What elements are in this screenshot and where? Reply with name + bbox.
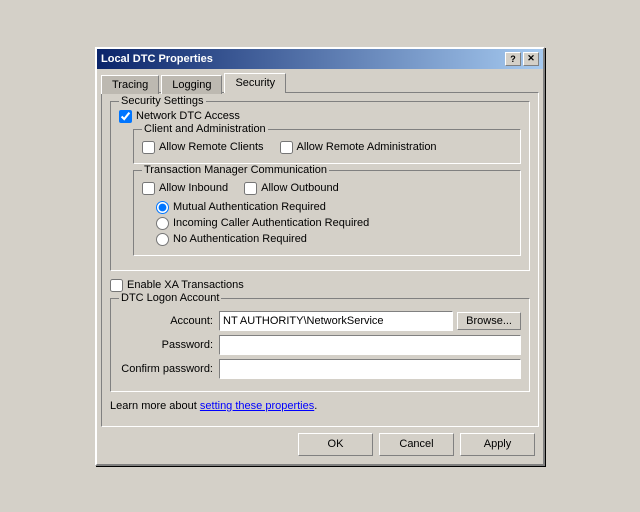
allow-inbound-row: Allow Inbound [142, 182, 228, 195]
mutual-auth-row: Mutual Authentication Required [156, 201, 512, 214]
tab-bar: Tracing Logging Security [97, 69, 543, 92]
transaction-content: Allow Inbound Allow Outbound Mutual Auth… [142, 179, 512, 246]
allow-outbound-label: Allow Outbound [261, 182, 339, 194]
network-dtc-row: Network DTC Access [119, 110, 521, 123]
network-dtc-checkbox[interactable] [119, 110, 132, 123]
browse-button[interactable]: Browse... [457, 312, 521, 330]
enable-xa-row: Enable XA Transactions [110, 279, 530, 292]
logon-account-group: DTC Logon Account Account: Browse... Pas… [110, 298, 530, 392]
allow-remote-clients-label: Allow Remote Clients [159, 141, 264, 153]
logon-group-label: DTC Logon Account [119, 292, 221, 304]
enable-xa-checkbox[interactable] [110, 279, 123, 292]
security-settings-label: Security Settings [119, 95, 206, 107]
password-label: Password: [119, 339, 219, 351]
mutual-auth-label: Mutual Authentication Required [173, 201, 326, 213]
incoming-caller-row: Incoming Caller Authentication Required [156, 217, 512, 230]
close-button[interactable]: ✕ [523, 52, 539, 66]
password-input[interactable] [219, 335, 521, 355]
client-admin-indent: Client and Administration Allow Remote C… [133, 129, 521, 256]
confirm-password-input[interactable] [219, 359, 521, 379]
allow-inbound-label: Allow Inbound [159, 182, 228, 194]
security-settings-content: Network DTC Access Client and Administra… [119, 110, 521, 256]
learn-more-row: Learn more about setting these propertie… [110, 400, 530, 412]
tab-security[interactable]: Security [224, 73, 286, 93]
window-title: Local DTC Properties [101, 53, 213, 65]
inbound-outbound-row: Allow Inbound Allow Outbound [142, 179, 512, 198]
mutual-auth-radio[interactable] [156, 201, 169, 214]
allow-inbound-checkbox[interactable] [142, 182, 155, 195]
allow-remote-clients-checkbox[interactable] [142, 141, 155, 154]
tab-logging[interactable]: Logging [161, 75, 222, 94]
main-window: Local DTC Properties ? ✕ Tracing Logging… [95, 47, 545, 466]
incoming-caller-label: Incoming Caller Authentication Required [173, 217, 369, 229]
allow-remote-admin-checkbox[interactable] [280, 141, 293, 154]
transaction-group: Transaction Manager Communication Allow … [133, 170, 521, 256]
learn-more-link[interactable]: setting these properties [200, 400, 314, 412]
confirm-password-row: Confirm password: [119, 359, 521, 379]
no-auth-radio[interactable] [156, 233, 169, 246]
apply-button[interactable]: Apply [460, 433, 535, 456]
allow-remote-admin-row: Allow Remote Administration [280, 141, 437, 154]
incoming-caller-radio[interactable] [156, 217, 169, 230]
client-admin-cols: Allow Remote Clients Allow Remote Admini… [142, 138, 512, 157]
cancel-button[interactable]: Cancel [379, 433, 454, 456]
confirm-password-label: Confirm password: [119, 363, 219, 375]
account-row: Account: Browse... [119, 311, 521, 331]
account-label: Account: [119, 315, 219, 327]
security-settings-group: Security Settings Network DTC Access Cli… [110, 101, 530, 271]
learn-more-text: Learn more about [110, 400, 200, 412]
ok-button[interactable]: OK [298, 433, 373, 456]
tab-tracing[interactable]: Tracing [101, 75, 159, 94]
account-input[interactable] [219, 311, 453, 331]
learn-more-end: . [314, 400, 317, 412]
client-admin-content: Allow Remote Clients Allow Remote Admini… [142, 138, 512, 157]
title-bar: Local DTC Properties ? ✕ [97, 49, 543, 69]
no-auth-row: No Authentication Required [156, 233, 512, 246]
client-admin-group: Client and Administration Allow Remote C… [133, 129, 521, 164]
network-dtc-label: Network DTC Access [136, 110, 240, 122]
enable-xa-label: Enable XA Transactions [127, 279, 244, 291]
allow-outbound-row: Allow Outbound [244, 182, 339, 195]
help-button[interactable]: ? [505, 52, 521, 66]
title-bar-buttons: ? ✕ [505, 52, 539, 66]
allow-remote-clients-row: Allow Remote Clients [142, 141, 264, 154]
tab-content-security: Security Settings Network DTC Access Cli… [101, 92, 539, 427]
no-auth-label: No Authentication Required [173, 233, 307, 245]
allow-remote-admin-label: Allow Remote Administration [297, 141, 437, 153]
button-bar: OK Cancel Apply [97, 427, 543, 464]
client-admin-label: Client and Administration [142, 123, 268, 135]
allow-outbound-checkbox[interactable] [244, 182, 257, 195]
transaction-group-label: Transaction Manager Communication [142, 164, 329, 176]
password-row: Password: [119, 335, 521, 355]
